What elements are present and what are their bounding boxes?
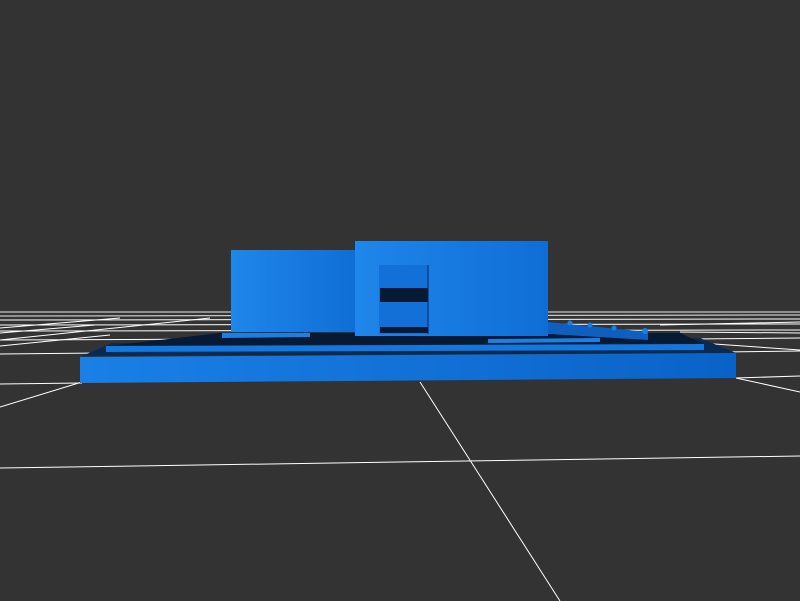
3d-scene-canvas[interactable] [0,0,800,601]
door-slot-lower [380,327,428,333]
left-wall-block [231,250,357,332]
base-slab-front [80,353,736,383]
door-slot-upper [380,288,428,302]
rail-post [587,322,593,328]
rail-post [642,328,648,334]
rail-post [611,325,617,331]
3d-viewport[interactable] [0,0,800,601]
rail-post [567,320,573,326]
